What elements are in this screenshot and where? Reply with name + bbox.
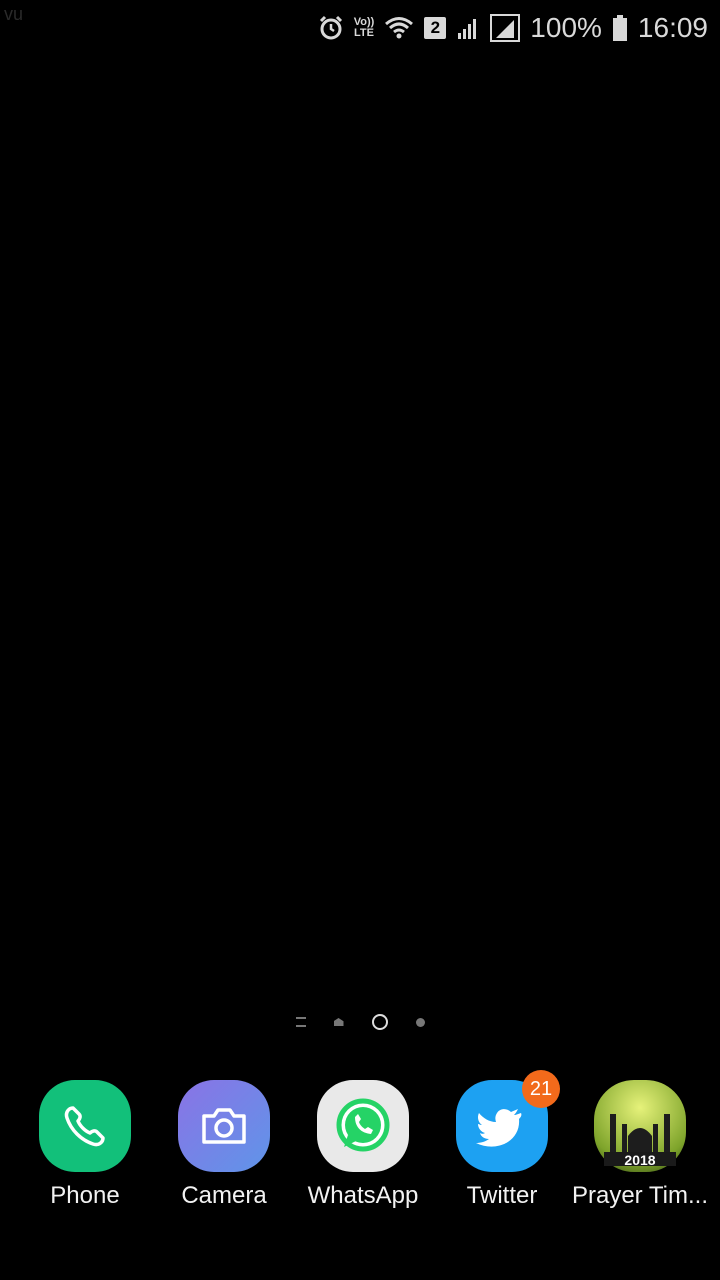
volte-lte-icon: Vo)) LTE bbox=[354, 17, 375, 39]
notification-badge: 21 bbox=[522, 1070, 560, 1108]
dock-app-camera[interactable]: Camera bbox=[154, 1080, 294, 1210]
sim-2-icon: 2 bbox=[424, 17, 447, 39]
page-dot-indicator[interactable] bbox=[415, 1017, 425, 1027]
lte-label: LTE bbox=[354, 27, 374, 39]
dock-app-whatsapp[interactable]: WhatsApp bbox=[293, 1080, 433, 1210]
home-page-indicator-icon[interactable] bbox=[333, 1018, 344, 1026]
app-label: Camera bbox=[181, 1182, 267, 1209]
app-dock: Phone Camera WhatsApp 21 Twitter 2018 Pr… bbox=[0, 1070, 720, 1230]
clock-time: 16:09 bbox=[637, 12, 708, 43]
phone-icon[interactable] bbox=[39, 1080, 131, 1172]
wifi-icon bbox=[384, 15, 414, 41]
corner-text: vu bbox=[4, 4, 24, 24]
app-label: Prayer Tim... bbox=[571, 1182, 709, 1209]
app-label: Twitter bbox=[466, 1182, 538, 1209]
dock-app-phone[interactable]: Phone bbox=[15, 1080, 155, 1210]
app-label: Phone bbox=[50, 1182, 120, 1209]
twitter-bird-icon[interactable]: 21 bbox=[456, 1070, 560, 1172]
status-bar[interactable]: Vo)) LTE 2 100% 16:09 bbox=[318, 8, 708, 48]
alarm-icon bbox=[318, 15, 344, 41]
dock-app-prayer-times[interactable]: 2018 Prayer Tim... bbox=[570, 1080, 710, 1210]
battery-percent: 100% bbox=[530, 12, 602, 43]
whatsapp-icon[interactable] bbox=[317, 1080, 409, 1172]
apps-indicator-icon[interactable] bbox=[295, 1017, 306, 1027]
page-indicator[interactable] bbox=[0, 1012, 720, 1032]
app-label: WhatsApp bbox=[307, 1182, 419, 1209]
icon-year-text: 2018 bbox=[624, 1152, 656, 1168]
current-page-indicator[interactable] bbox=[371, 1014, 388, 1030]
signal-icon bbox=[456, 15, 480, 41]
mosque-icon[interactable]: 2018 bbox=[594, 1080, 686, 1172]
camera-icon[interactable] bbox=[178, 1080, 270, 1172]
signal-icon bbox=[490, 14, 521, 42]
battery-icon bbox=[612, 14, 628, 42]
dock-app-twitter[interactable]: 21 Twitter bbox=[432, 1070, 572, 1210]
